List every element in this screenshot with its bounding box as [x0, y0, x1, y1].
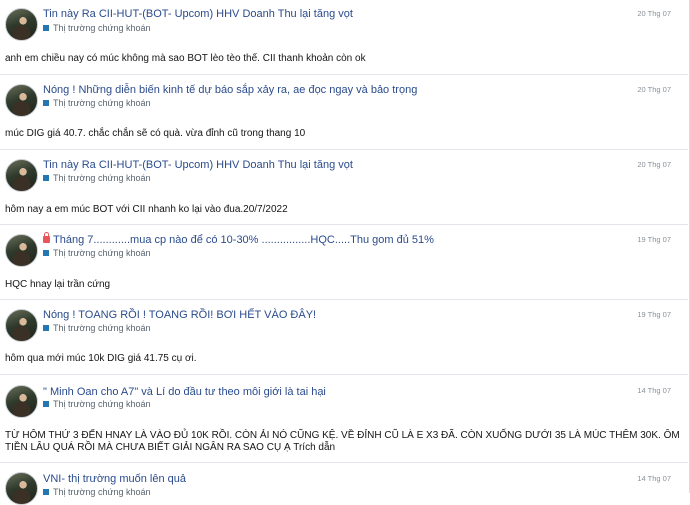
post-snippet: TỪ HÔM THỨ 3 ĐẾN HNAY LÀ VÀO ĐỦ 10K RỒI.… — [5, 430, 680, 453]
thread-title-link[interactable]: " Minh Oan cho A7" và Lí do đầu tư theo … — [43, 386, 326, 398]
post-snippet: HQC hnay lại trần cứng — [5, 279, 111, 290]
forum-icon — [43, 25, 49, 31]
forum-link[interactable]: Thị trường chứng khoán — [43, 248, 151, 258]
forum-label: Thị trường chứng khoán — [53, 248, 151, 258]
post-snippet: hôm nay a em múc BOT với CII nhanh ko lạ… — [5, 204, 288, 215]
thread-title-link[interactable]: Tháng 7............mua cp nào để có 10-3… — [43, 232, 434, 246]
list-item: Tin này Ra CII-HUT-(BOT- Upcom) HHV Doan… — [0, 150, 688, 225]
thread-title-link[interactable]: Tin này Ra CII-HUT-(BOT- Upcom) HHV Doan… — [43, 8, 353, 20]
list-item: Nóng ! TOANG RỒI ! TOANG RỒI! BƠI HẾT VÀ… — [0, 300, 688, 375]
thread-title-link[interactable]: VNI- thị trường muốn lên quả — [43, 473, 186, 485]
list-item: Tháng 7............mua cp nào để có 10-3… — [0, 225, 688, 300]
post-snippet: múc DIG giá 40.7. chắc chắn sẽ có quà. v… — [5, 128, 306, 139]
avatar[interactable] — [5, 385, 38, 418]
post-date: 19 Thg 07 — [637, 235, 671, 244]
forum-icon — [43, 250, 49, 256]
thread-title-link[interactable]: Nóng ! TOANG RỒI ! TOANG RỒI! BƠI HẾT VÀ… — [43, 309, 316, 321]
forum-link[interactable]: Thị trường chứng khoán — [43, 323, 151, 333]
avatar[interactable] — [5, 84, 38, 117]
forum-label: Thị trường chứng khoán — [53, 173, 151, 183]
post-snippet: anh em chiều nay có múc không mà sao BOT… — [5, 53, 366, 64]
forum-label: Thị trường chứng khoán — [53, 399, 151, 409]
activity-feed: Tin này Ra CII-HUT-(BOT- Upcom) HHV Doan… — [0, 0, 690, 505]
forum-label: Thị trường chứng khoán — [53, 98, 151, 108]
post-date: 14 Thg 07 — [637, 386, 671, 395]
avatar[interactable] — [5, 472, 38, 505]
forum-icon — [43, 325, 49, 331]
post-date: 20 Thg 07 — [637, 85, 671, 94]
thread-title-text: Tháng 7............mua cp nào để có 10-3… — [53, 234, 434, 246]
forum-link[interactable]: Thị trường chứng khoán — [43, 487, 151, 497]
forum-icon — [43, 100, 49, 106]
avatar[interactable] — [5, 8, 38, 41]
post-date: 14 Thg 07 — [637, 474, 671, 483]
post-date: 20 Thg 07 — [637, 9, 671, 18]
forum-link[interactable]: Thị trường chứng khoán — [43, 23, 151, 33]
list-item: Tin này Ra CII-HUT-(BOT- Upcom) HHV Doan… — [0, 0, 688, 75]
forum-icon — [43, 175, 49, 181]
list-item: " Minh Oan cho A7" và Lí do đầu tư theo … — [0, 375, 688, 463]
forum-icon — [43, 489, 49, 495]
avatar[interactable] — [5, 309, 38, 342]
list-item: VNI- thị trường muốn lên quả Thị trường … — [0, 463, 688, 505]
avatar[interactable] — [5, 234, 38, 267]
list-item: Nóng ! Những diễn biến kinh tế dự báo sắ… — [0, 75, 688, 150]
forum-link[interactable]: Thị trường chứng khoán — [43, 173, 151, 183]
post-date: 19 Thg 07 — [637, 310, 671, 319]
forum-label: Thị trường chứng khoán — [53, 23, 151, 33]
forum-label: Thị trường chứng khoán — [53, 487, 151, 497]
forum-link[interactable]: Thị trường chứng khoán — [43, 98, 151, 108]
post-date: 20 Thg 07 — [637, 160, 671, 169]
thread-title-link[interactable]: Tin này Ra CII-HUT-(BOT- Upcom) HHV Doan… — [43, 159, 353, 171]
thread-title-link[interactable]: Nóng ! Những diễn biến kinh tế dự báo sắ… — [43, 84, 417, 96]
lock-icon — [43, 232, 50, 243]
forum-icon — [43, 401, 49, 407]
avatar[interactable] — [5, 159, 38, 192]
post-snippet: hôm qua mới múc 10k DIG giá 41.75 cụ ơi. — [5, 353, 197, 364]
forum-link[interactable]: Thị trường chứng khoán — [43, 399, 151, 409]
forum-label: Thị trường chứng khoán — [53, 323, 151, 333]
